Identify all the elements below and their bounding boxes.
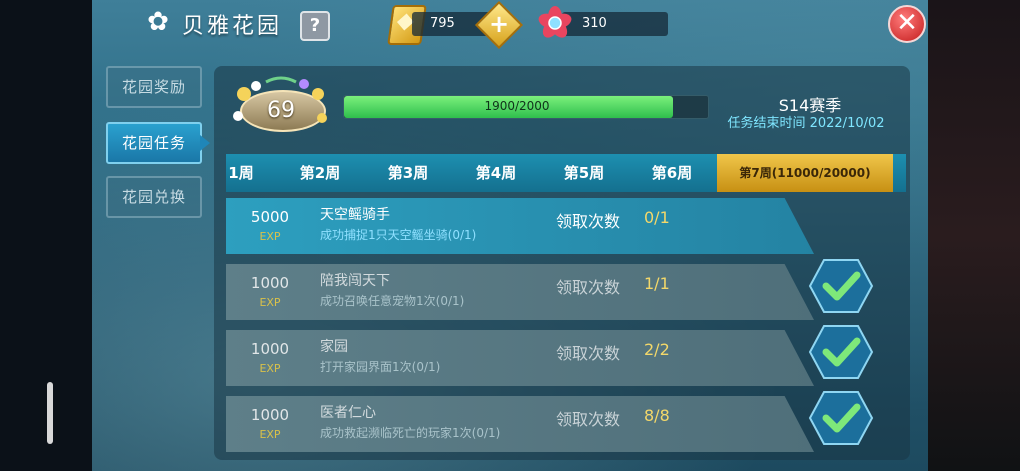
week-tabs: 1周 第2周 第3周 第4周 第5周 第6周 第7周(11000/20000)	[226, 154, 906, 192]
task-description: 成功救起濒临死亡的玩家1次(0/1)	[320, 426, 501, 440]
reward-unit: EXP	[259, 296, 281, 309]
level-number: 69	[267, 98, 295, 123]
reward-amount: 1000	[250, 406, 290, 424]
task-row[interactable]: 1000 EXP 陪我闯天下 成功召唤任意宠物1次(0/1) 领取次数 1/1	[226, 264, 814, 320]
task-description: 打开家园界面1次(0/1)	[320, 360, 441, 374]
claim-label: 领取次数	[556, 278, 621, 297]
tab-week-5[interactable]: 第5周	[542, 154, 626, 192]
tab-week-6[interactable]: 第6周	[630, 154, 714, 192]
nav-garden-tasks[interactable]: 花园任务	[106, 122, 210, 164]
task-name: 医者仁心	[320, 405, 376, 421]
game-world-backdrop	[928, 0, 1020, 471]
claim-label: 领取次数	[556, 344, 621, 363]
season-deadline: 任务结束时间 2022/10/02	[727, 116, 885, 131]
claim-count: 8/8	[644, 406, 670, 425]
reward-unit: EXP	[259, 428, 281, 441]
claim-count: 2/2	[644, 340, 670, 359]
tab-week-7[interactable]: 第7周(11000/20000)	[717, 154, 893, 192]
task-row[interactable]: 1000 EXP 家园 打开家园界面1次(0/1) 领取次数 2/2	[226, 330, 814, 386]
tab-week-3[interactable]: 第3周	[366, 154, 450, 192]
completed-check-icon	[808, 259, 874, 313]
help-button[interactable]: ?	[300, 11, 330, 41]
claim-label: 领取次数	[556, 212, 621, 231]
completed-check-icon	[808, 325, 874, 379]
flower-balance: 310	[562, 12, 668, 36]
task-name: 天空鳐骑手	[320, 207, 390, 223]
claim-count: 1/1	[644, 274, 670, 293]
claim-count: 0/1	[644, 208, 670, 227]
side-drag-handle[interactable]	[47, 382, 53, 444]
tab-week-1[interactable]: 1周	[226, 154, 256, 192]
nav-garden-rewards[interactable]: 花园奖励	[106, 66, 202, 108]
completed-check-icon	[808, 391, 874, 445]
gold-amount: 795	[430, 16, 455, 31]
close-button[interactable]: ✕	[888, 5, 926, 43]
progress-text: 1900/2000	[484, 99, 550, 113]
reward-amount: 1000	[250, 340, 290, 358]
task-name: 家园	[320, 339, 348, 355]
task-row[interactable]: 5000 EXP 天空鳐骑手 成功捕捉1只天空鳐坐骑(0/1) 领取次数 0/1	[226, 198, 814, 254]
tab-week-2[interactable]: 第2周	[278, 154, 362, 192]
task-name: 陪我闯天下	[320, 273, 390, 289]
reward-amount: 1000	[250, 274, 290, 292]
nav-garden-exchange[interactable]: 花园兑换	[106, 176, 202, 218]
reward-unit: EXP	[259, 362, 281, 375]
flower-amount: 310	[582, 16, 607, 31]
top-bar: ✿ 贝雅花园 ? 795 + 310 ✕	[92, 0, 928, 50]
task-description: 成功捕捉1只天空鳐坐骑(0/1)	[320, 228, 477, 242]
plus-icon[interactable]: +	[482, 8, 516, 40]
reward-amount: 5000	[250, 208, 290, 226]
page-title: 贝雅花园	[182, 14, 283, 39]
task-row[interactable]: 1000 EXP 医者仁心 成功救起濒临死亡的玩家1次(0/1) 领取次数 8/…	[226, 396, 814, 452]
claim-label: 领取次数	[556, 410, 621, 429]
flower-logo-icon: ✿	[147, 7, 169, 37]
reward-unit: EXP	[259, 230, 281, 243]
task-description: 成功召唤任意宠物1次(0/1)	[320, 294, 465, 308]
tab-week-4[interactable]: 第4周	[454, 154, 538, 192]
flower-currency-icon	[538, 6, 572, 38]
